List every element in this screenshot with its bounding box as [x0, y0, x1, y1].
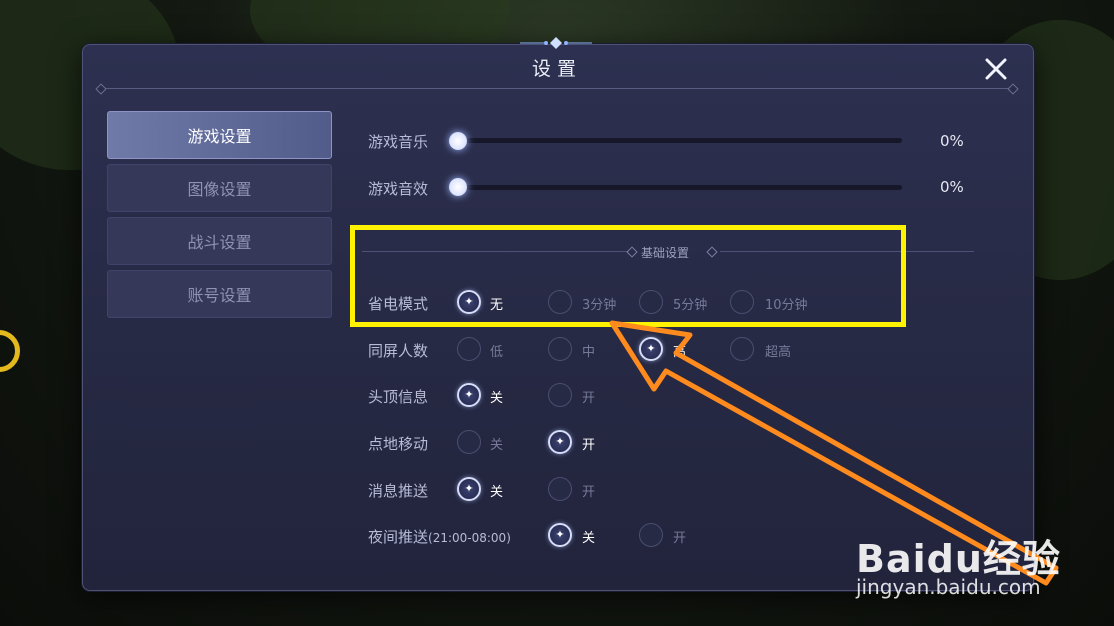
- tab-label: 图像设置: [187, 180, 252, 199]
- close-button[interactable]: [981, 54, 1011, 84]
- push-messages-label: 消息推送: [368, 482, 429, 500]
- tab-label: 战斗设置: [187, 233, 252, 252]
- option-label: 开: [582, 438, 596, 453]
- tab-graphics-settings[interactable]: 图像设置: [107, 164, 332, 212]
- title-divider: [100, 88, 1014, 89]
- overhead-info-label: 头顶信息: [368, 388, 429, 406]
- radio-players-medium[interactable]: [548, 337, 572, 361]
- highlight-box: [350, 225, 906, 327]
- night-push-hours: (21:00-08:00): [428, 531, 511, 545]
- radio-players-low[interactable]: [457, 337, 481, 361]
- option-label: 关: [582, 531, 596, 546]
- radio-players-very-high[interactable]: [730, 337, 754, 361]
- radio-players-high[interactable]: [639, 337, 663, 361]
- baidu-watermark-url: jingyan.baidu.com: [856, 575, 1041, 599]
- radio-tap-move-on[interactable]: [548, 430, 572, 454]
- night-push-label: 夜间推送(21:00-08:00): [368, 526, 511, 547]
- radio-overhead-info-on[interactable]: [548, 383, 572, 407]
- sfx-volume-label: 游戏音效: [368, 180, 429, 198]
- music-volume-knob[interactable]: [449, 132, 467, 150]
- music-volume-label: 游戏音乐: [368, 133, 429, 151]
- tab-combat-settings[interactable]: 战斗设置: [107, 217, 332, 265]
- music-volume-value: 0%: [940, 132, 964, 150]
- option-label: 关: [490, 391, 504, 406]
- radio-overhead-info-off[interactable]: [457, 383, 481, 407]
- radio-tap-move-off[interactable]: [457, 430, 481, 454]
- sfx-volume-value: 0%: [940, 178, 964, 196]
- radio-night-push-on[interactable]: [639, 523, 663, 547]
- tab-account-settings[interactable]: 账号设置: [107, 270, 332, 318]
- tab-game-settings[interactable]: 游戏设置: [107, 111, 332, 159]
- tab-label: 游戏设置: [187, 127, 252, 146]
- radio-push-on[interactable]: [548, 477, 572, 501]
- option-label: 关: [490, 485, 504, 500]
- close-icon: [985, 58, 1007, 80]
- option-label: 关: [490, 438, 504, 453]
- option-label: 中: [582, 345, 596, 360]
- tab-label: 账号设置: [187, 286, 252, 305]
- sfx-volume-knob[interactable]: [449, 178, 467, 196]
- option-label: 低: [490, 345, 504, 360]
- radio-night-push-off[interactable]: [548, 523, 572, 547]
- players-on-screen-label: 同屏人数: [368, 342, 429, 360]
- option-label: 开: [582, 485, 596, 500]
- hud-ring-icon: [0, 330, 20, 372]
- radio-push-off[interactable]: [457, 477, 481, 501]
- dialog-title: 设置: [531, 58, 582, 80]
- night-push-label-text: 夜间推送: [368, 528, 429, 546]
- ornament-icon: [520, 37, 592, 49]
- sfx-volume-slider[interactable]: [458, 185, 902, 190]
- tap-to-move-label: 点地移动: [368, 435, 429, 453]
- music-volume-slider[interactable]: [458, 138, 902, 143]
- option-label: 开: [582, 391, 596, 406]
- option-label: 高: [673, 345, 687, 360]
- option-label: 开: [673, 531, 687, 546]
- option-label: 超高: [765, 345, 792, 360]
